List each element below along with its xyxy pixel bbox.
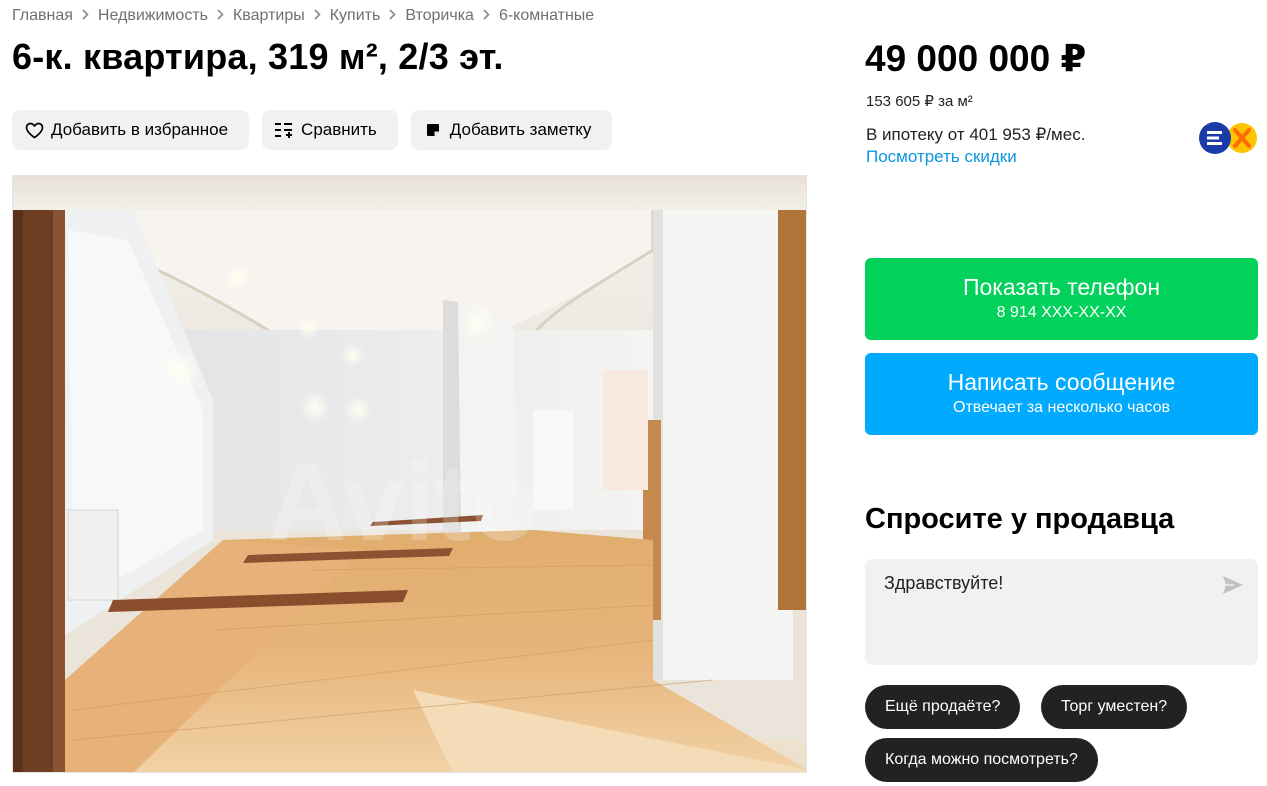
quick-question-still-selling[interactable]: Ещё продаёте?: [865, 685, 1021, 729]
compare-icon: [274, 120, 294, 140]
note-icon: [423, 120, 443, 140]
add-note-button[interactable]: Добавить заметку: [410, 110, 613, 150]
send-icon[interactable]: [1222, 575, 1244, 595]
page-title: 6-к. квартира, 319 м², 2/3 эт.: [12, 36, 504, 77]
add-note-label: Добавить заметку: [449, 120, 592, 139]
heart-icon: [24, 120, 44, 140]
breadcrumb: Главная Недвижимость Квартиры Купить Вто…: [12, 7, 594, 25]
add-to-favorites-button[interactable]: Добавить в избранное: [12, 110, 250, 150]
write-message-label: Написать сообщение: [947, 369, 1176, 395]
response-time-label: Отвечает за несколько часов: [953, 399, 1170, 416]
quick-question-bargain[interactable]: Торг уместен?: [1041, 685, 1188, 729]
add-to-favorites-label: Добавить в избранное: [51, 120, 229, 139]
bank-logo: [1198, 121, 1260, 155]
compare-label: Сравнить: [301, 120, 377, 139]
listing-actions: Добавить в избранное Сравнить Добавить з…: [12, 110, 613, 150]
ask-seller-title: Спросите у продавца: [865, 503, 1175, 535]
breadcrumb-item-apartments[interactable]: Квартиры: [233, 7, 305, 25]
photo-watermark: Avito: [268, 441, 539, 564]
price: 49 000 000 ₽: [865, 38, 1087, 79]
listing-photo[interactable]: Avito: [12, 175, 807, 773]
chevron-right-icon: [217, 7, 224, 25]
chevron-right-icon: [483, 7, 490, 25]
ask-message-field[interactable]: Здравствуйте!: [865, 559, 1258, 665]
phone-number-masked: 8 914 XXX-XX-XX: [996, 304, 1127, 321]
mortgage-text: В ипотеку от 401 953 ₽/мес.: [866, 125, 1086, 144]
chevron-right-icon: [314, 7, 321, 25]
compare-button[interactable]: Сравнить: [262, 110, 398, 150]
show-phone-label: Показать телефон: [962, 274, 1161, 300]
breadcrumb-item-realty[interactable]: Недвижимость: [98, 7, 208, 25]
breadcrumb-item-6-rooms[interactable]: 6-комнатные: [499, 7, 594, 25]
price-per-meter: 153 605 ₽ за м²: [866, 93, 973, 110]
room-photo-image: Avito: [13, 176, 806, 772]
chevron-right-icon: [389, 7, 396, 25]
show-phone-button[interactable]: Показать телефон 8 914 XXX-XX-XX: [865, 258, 1258, 340]
breadcrumb-item-buy[interactable]: Купить: [330, 7, 381, 25]
breadcrumb-item-home[interactable]: Главная: [12, 7, 73, 25]
breadcrumb-item-secondary[interactable]: Вторичка: [405, 7, 474, 25]
quick-question-when-view[interactable]: Когда можно посмотреть?: [865, 738, 1098, 782]
view-discounts-link[interactable]: Посмотреть скидки: [866, 147, 1017, 167]
ask-message-text: Здравствуйте!: [884, 573, 1004, 593]
write-message-button[interactable]: Написать сообщение Отвечает за несколько…: [865, 353, 1258, 435]
chevron-right-icon: [82, 7, 89, 25]
